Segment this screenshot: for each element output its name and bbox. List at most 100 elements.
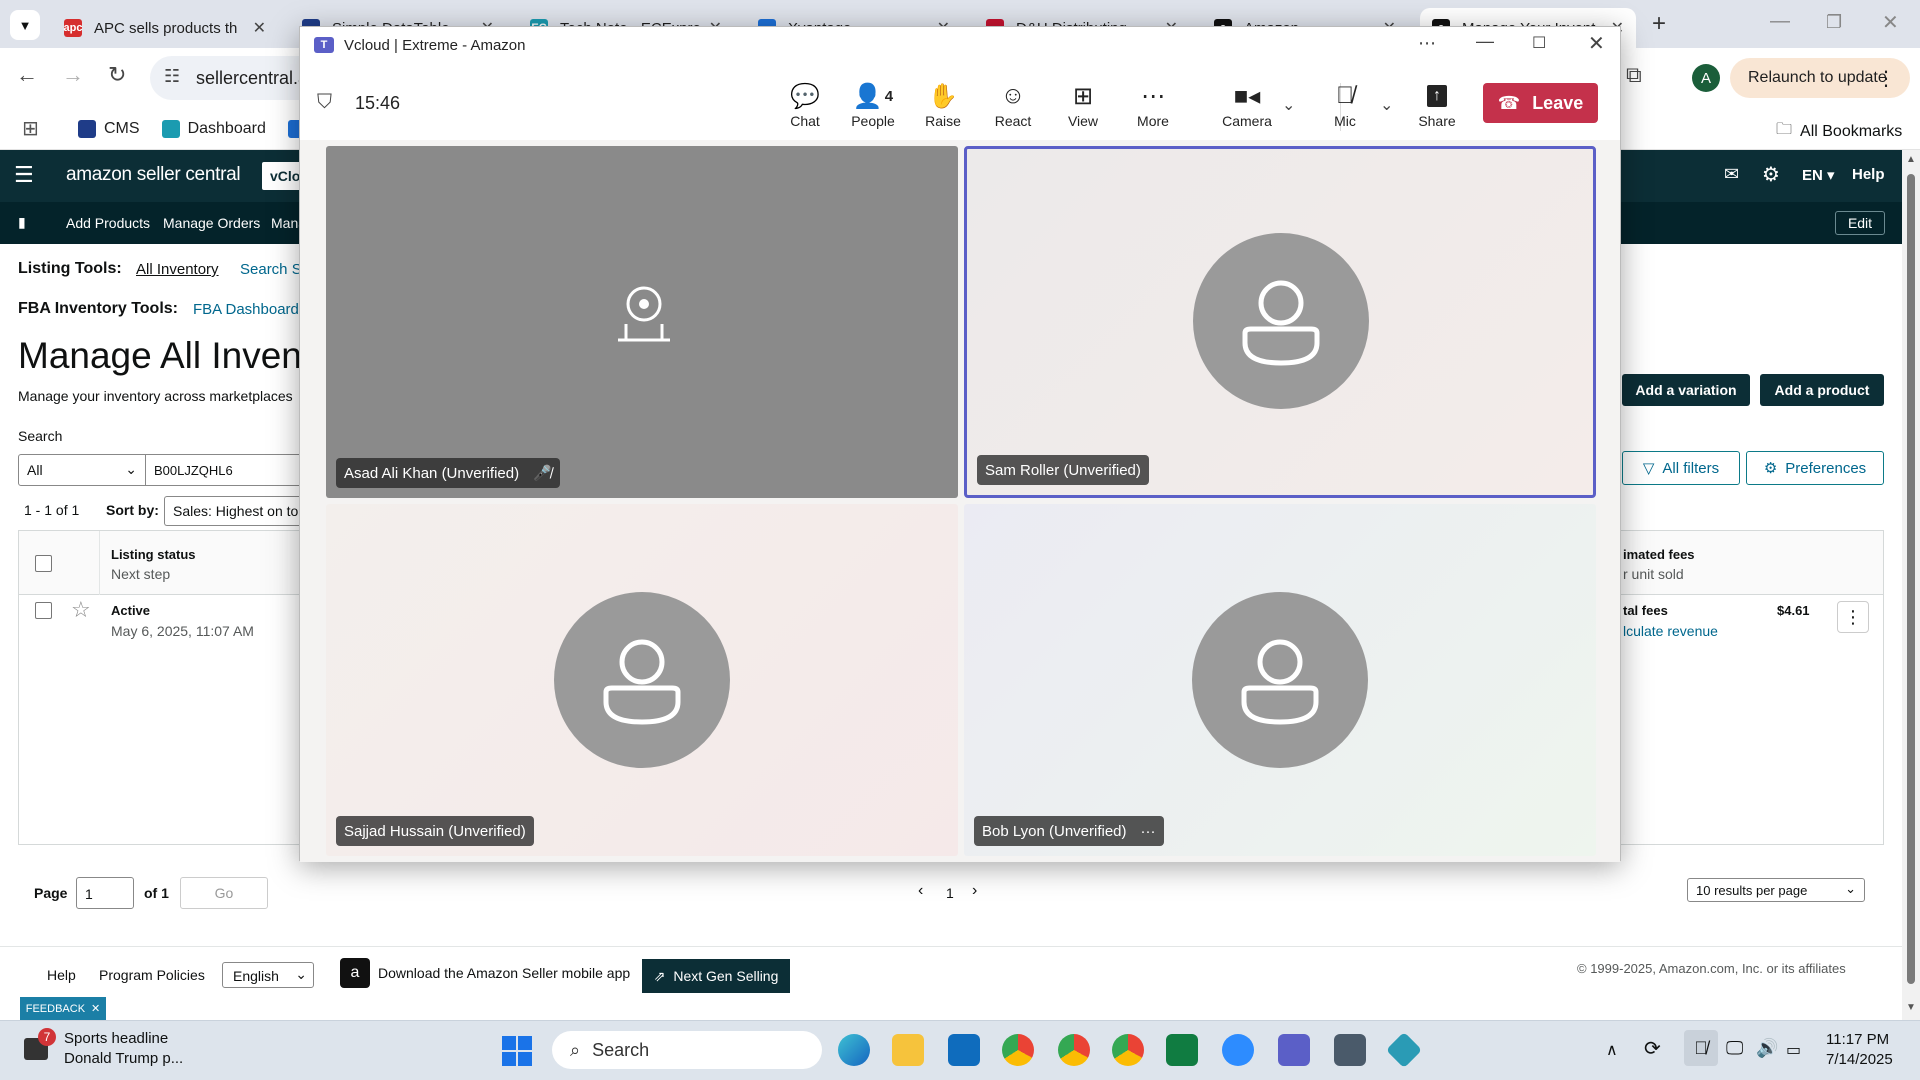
nav-manage-orders[interactable]: Manage Orders: [163, 215, 260, 231]
camera-button[interactable]: ■◂ Camera: [1210, 79, 1284, 130]
nav-add-products[interactable]: Add Products: [66, 215, 150, 231]
link-fba-dashboard[interactable]: FBA Dashboard: [193, 301, 299, 318]
shield-icon[interactable]: ⛉: [317, 91, 332, 114]
view-button[interactable]: ⊞ View: [1051, 79, 1115, 130]
taskbar-search[interactable]: ⌕ Search: [552, 1031, 822, 1069]
mic-button[interactable]: 🎙̸ Mic: [1308, 79, 1382, 129]
share-button[interactable]: ↑ Share: [1404, 79, 1470, 129]
leave-button[interactable]: ☎ Leave: [1483, 83, 1598, 123]
apps-icon[interactable]: ⊞: [22, 116, 39, 141]
search-scope-select[interactable]: All ⌄: [18, 454, 146, 486]
clock-date[interactable]: 7/14/2025: [1826, 1051, 1893, 1068]
pager-next-icon[interactable]: ›: [972, 882, 977, 900]
mic-options-icon[interactable]: ⌄: [1380, 95, 1393, 115]
chrome-profile-icon[interactable]: [1112, 1034, 1144, 1066]
window-more-icon[interactable]: ⋯: [1418, 33, 1436, 54]
calculate-revenue-link[interactable]: lculate revenue: [1623, 623, 1718, 639]
minimize-icon[interactable]: —: [1770, 10, 1790, 33]
help-link[interactable]: Help: [1852, 166, 1885, 183]
relaunch-button[interactable]: Relaunch to update ⋮: [1730, 58, 1910, 98]
site-info-icon[interactable]: ☷: [164, 66, 180, 87]
restore-icon[interactable]: ❐: [1826, 12, 1842, 33]
participant-more-icon[interactable]: ···: [1141, 823, 1156, 840]
mic-muted-tray-icon[interactable]: 🎙̸: [1684, 1030, 1718, 1066]
page-input[interactable]: 1: [76, 877, 134, 909]
battery-icon[interactable]: ▭: [1786, 1040, 1801, 1060]
per-page-select[interactable]: 10 results per page ⌄: [1687, 878, 1865, 902]
star-icon[interactable]: ☆: [71, 597, 91, 623]
excel-icon[interactable]: [1166, 1034, 1198, 1066]
reload-icon[interactable]: ↻: [108, 62, 126, 88]
menu-icon[interactable]: ⋮: [1876, 66, 1896, 91]
hamburger-icon[interactable]: ☰: [14, 162, 34, 188]
pager-current[interactable]: 1: [946, 885, 954, 901]
window-close-icon[interactable]: ✕: [1588, 31, 1605, 56]
avatar[interactable]: A: [1692, 64, 1720, 92]
participant-tile[interactable]: Bob Lyon (Unverified) ···: [964, 504, 1596, 856]
select-all-checkbox[interactable]: [35, 555, 52, 572]
back-icon[interactable]: ←: [16, 62, 38, 88]
participant-tile-active-speaker[interactable]: Sam Roller (Unverified): [964, 146, 1596, 498]
window-minimize-icon[interactable]: —: [1476, 31, 1494, 52]
scroll-down-icon[interactable]: ▼: [1906, 1002, 1916, 1013]
chat-button[interactable]: 💬 Chat: [773, 79, 837, 130]
tab-search-button[interactable]: ▼: [10, 10, 40, 40]
account-chip[interactable]: vClo: [262, 162, 302, 190]
chrome-icon[interactable]: [1002, 1034, 1034, 1066]
scroll-up-icon[interactable]: ▲: [1906, 154, 1916, 165]
people-button[interactable]: 👤 4 People: [841, 79, 905, 130]
language-select[interactable]: EN ▾: [1802, 166, 1835, 184]
page-scrollbar[interactable]: ▲ ▼: [1902, 150, 1920, 1020]
clock-time[interactable]: 11:17 PM: [1826, 1031, 1889, 1048]
window-maximize-icon[interactable]: ☐: [1532, 33, 1546, 53]
extensions-icon[interactable]: ⧉: [1626, 62, 1642, 88]
feedback-tab[interactable]: FEEDBACK ✕: [20, 997, 106, 1020]
volume-icon[interactable]: 🔊: [1756, 1038, 1778, 1059]
participant-tile[interactable]: Sajjad Hussain (Unverified): [326, 504, 958, 856]
pager-prev-icon[interactable]: ‹: [918, 882, 923, 900]
preferences-button[interactable]: ⚙ Preferences: [1746, 451, 1884, 485]
start-button[interactable]: [502, 1036, 532, 1066]
row-menu-button[interactable]: ⋮: [1837, 601, 1869, 633]
go-button[interactable]: Go: [180, 877, 268, 909]
footer-policies[interactable]: Program Policies: [99, 967, 205, 983]
link-all-inventory[interactable]: All Inventory: [136, 261, 219, 278]
all-filters-button[interactable]: ▽ All filters: [1622, 451, 1740, 485]
scrollbar-thumb[interactable]: [1907, 174, 1915, 984]
footer-language-select[interactable]: English ⌄: [222, 962, 314, 988]
bookmark-icon[interactable]: ▮: [18, 214, 26, 231]
close-icon[interactable]: ✕: [91, 1002, 100, 1015]
tab-close-icon[interactable]: ✕: [253, 18, 266, 38]
search-input[interactable]: B00LJZQHL6: [146, 454, 300, 486]
file-explorer-icon[interactable]: [892, 1034, 924, 1066]
mail-icon[interactable]: ✉: [1724, 164, 1739, 185]
download-app-link[interactable]: a Download the Amazon Seller mobile app: [340, 958, 630, 988]
edge-icon[interactable]: [838, 1034, 870, 1066]
all-bookmarks[interactable]: 🗀 All Bookmarks: [1776, 118, 1902, 145]
sort-select[interactable]: Sales: Highest on to: [164, 496, 300, 526]
edit-nav-button[interactable]: Edit: [1835, 211, 1885, 235]
participant-tile[interactable]: Asad Ali Khan (Unverified) 🎤̸: [326, 146, 958, 498]
add-variation-button[interactable]: Add a variation: [1622, 374, 1750, 406]
row-checkbox[interactable]: [35, 602, 52, 619]
bookmark-item[interactable]: CMS: [78, 120, 140, 138]
tray-chevron-icon[interactable]: ∧: [1606, 1040, 1618, 1060]
zoom-icon[interactable]: [1222, 1034, 1254, 1066]
add-product-button[interactable]: Add a product: [1760, 374, 1884, 406]
next-gen-selling-button[interactable]: ⇗ Next Gen Selling: [642, 959, 790, 993]
gear-icon[interactable]: ⚙: [1762, 162, 1780, 187]
sync-icon[interactable]: ⟳: [1644, 1036, 1661, 1061]
calculator-icon[interactable]: [1334, 1034, 1366, 1066]
teams-icon[interactable]: [1278, 1034, 1310, 1066]
camera-options-icon[interactable]: ⌄: [1282, 95, 1295, 115]
raise-button[interactable]: ✋ Raise: [911, 79, 975, 130]
close-icon[interactable]: ✕: [1882, 10, 1899, 35]
browser-tab[interactable]: apc APC sells products th ✕: [52, 8, 278, 48]
footer-help[interactable]: Help: [47, 967, 76, 983]
new-tab-icon[interactable]: +: [1652, 10, 1666, 38]
outlook-icon[interactable]: [948, 1034, 980, 1066]
react-button[interactable]: ☺ React: [981, 79, 1045, 129]
network-icon[interactable]: 🖵: [1726, 1038, 1743, 1059]
more-button[interactable]: ⋯ More: [1121, 79, 1185, 130]
seller-central-logo[interactable]: amazon seller central: [66, 164, 241, 186]
